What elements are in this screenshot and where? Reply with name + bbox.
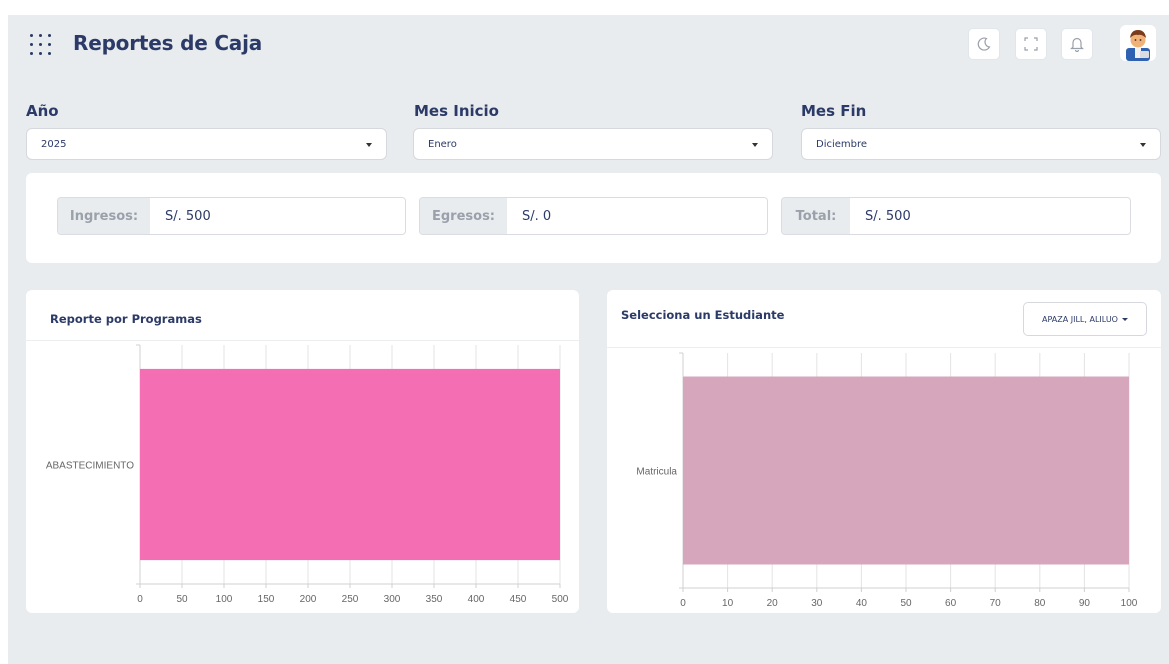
chevron-down-icon	[366, 143, 372, 147]
y-category-label: Matricula	[636, 467, 677, 478]
dark-mode-button[interactable]	[968, 28, 1000, 60]
student-select-button[interactable]: APAZA JILL, ALILUO	[1023, 302, 1147, 336]
chevron-down-icon	[752, 143, 758, 147]
x-tick-label: 60	[945, 598, 957, 609]
x-tick-label: 200	[300, 594, 317, 605]
start-month-value: Enero	[428, 138, 457, 150]
x-tick-label: 0	[680, 598, 686, 609]
page: Reportes de Caja Año 2025 Mes Inicio Ene…	[8, 15, 1169, 664]
x-tick-label: 100	[1121, 598, 1138, 609]
start-month-select[interactable]: Enero	[413, 128, 773, 160]
x-tick-label: 100	[216, 594, 233, 605]
total-value: S/. 500	[865, 208, 911, 224]
x-tick-label: 80	[1034, 598, 1046, 609]
expenses-field: Egresos: S/. 0	[419, 197, 768, 235]
bar	[683, 376, 1129, 565]
header: Reportes de Caja	[8, 15, 1169, 75]
fullscreen-icon	[1024, 37, 1038, 51]
x-tick-label: 400	[468, 594, 485, 605]
student-bar-chart: 0 10 20 30 40 50 60 70 80 90 100 Matricula	[636, 352, 1138, 609]
student-report-card: Selecciona un Estudiante APAZA JILL, ALI…	[607, 290, 1161, 613]
x-tick-label: 10	[722, 598, 734, 609]
x-tick-label: 500	[552, 594, 569, 605]
x-tick-label: 30	[811, 598, 823, 609]
x-tick-label: 70	[990, 598, 1002, 609]
left-edge	[0, 0, 8, 664]
total-label: Total:	[782, 198, 850, 234]
income-field: Ingresos: S/. 500	[57, 197, 406, 235]
x-tick-label: 0	[137, 594, 143, 605]
student-report-title: Selecciona un Estudiante	[621, 308, 785, 322]
year-value: 2025	[41, 138, 67, 150]
x-tick-label: 350	[426, 594, 443, 605]
year-select[interactable]: 2025	[26, 128, 387, 160]
fullscreen-button[interactable]	[1015, 28, 1047, 60]
user-avatar[interactable]	[1120, 25, 1156, 61]
selected-student: APAZA JILL, ALILUO	[1042, 314, 1118, 324]
x-tick-label: 150	[258, 594, 275, 605]
expenses-label: Egresos:	[420, 198, 507, 234]
income-label: Ingresos:	[58, 198, 150, 234]
x-tick-label: 300	[384, 594, 401, 605]
end-month-value: Diciembre	[816, 138, 868, 150]
x-tick-label: 50	[176, 594, 188, 605]
x-tick-label: 250	[342, 594, 359, 605]
x-tick-label: 50	[900, 598, 912, 609]
x-tick-label: 20	[767, 598, 779, 609]
end-month-select[interactable]: Diciembre	[801, 128, 1161, 160]
total-field: Total: S/. 500	[781, 197, 1131, 235]
chevron-down-icon	[1140, 143, 1146, 147]
end-month-label: Mes Fin	[801, 102, 867, 120]
moon-icon	[977, 37, 991, 51]
year-label: Año	[26, 102, 59, 120]
bell-icon	[1070, 37, 1084, 52]
x-tick-label: 40	[856, 598, 868, 609]
start-month-label: Mes Inicio	[414, 102, 499, 120]
bar	[140, 368, 560, 561]
income-value: S/. 500	[165, 208, 211, 224]
program-report-card: Reporte por Programas 0 50 100 150 200 250 300…	[26, 290, 579, 613]
x-tick-label: 450	[510, 594, 527, 605]
page-title: Reportes de Caja	[73, 31, 263, 55]
avatar-image	[1120, 25, 1156, 61]
y-category-label: ABASTECIMIENTO	[46, 461, 134, 472]
expenses-value: S/. 0	[522, 208, 552, 224]
program-report-title: Reporte por Programas	[50, 312, 202, 326]
notifications-button[interactable]	[1061, 28, 1093, 60]
summary-panel: Ingresos: S/. 500 Egresos: S/. 0 Total: …	[26, 173, 1161, 263]
top-edge	[0, 0, 1169, 15]
grid-menu-icon[interactable]	[28, 31, 56, 59]
program-bar-chart: 0 50 100 150 200 250 300 350 400 450 500 ABASTECIMI…	[46, 344, 569, 605]
chevron-down-icon	[1121, 317, 1128, 321]
x-tick-label: 90	[1079, 598, 1091, 609]
